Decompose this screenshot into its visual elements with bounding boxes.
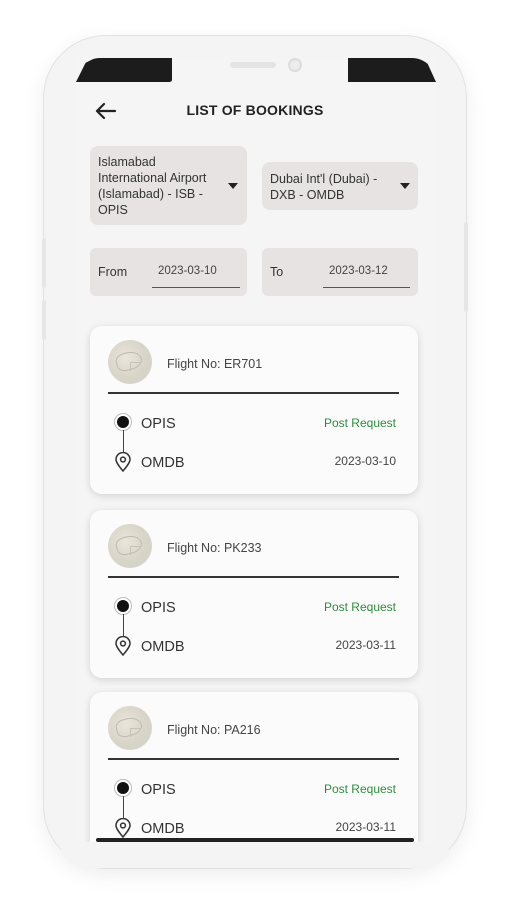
- phone-volume-button: [42, 238, 46, 288]
- status-badge: Post Request: [323, 782, 396, 796]
- phone-camera: [288, 58, 302, 72]
- card-divider: [108, 758, 399, 760]
- booking-date: 2023-03-11: [335, 638, 397, 652]
- page-title: LIST OF BOOKINGS: [186, 102, 324, 118]
- route-line: [122, 430, 124, 452]
- location-pin-icon: [115, 818, 131, 838]
- booking-date: 2023-03-11: [335, 820, 397, 834]
- origin-airport-select[interactable]: Islamabad International Airport (Islamab…: [90, 146, 247, 225]
- route-line: [122, 796, 124, 818]
- status-badge: Post Request: [323, 600, 396, 614]
- booking-card[interactable]: Flight No: ER701 OPIS OMDB Post Request …: [90, 326, 418, 494]
- caret-down-icon: [400, 183, 410, 189]
- destination-code: OMDB: [141, 639, 185, 655]
- phone-speaker: [230, 62, 276, 68]
- origin-code: OPIS: [141, 600, 176, 616]
- flight-number: Flight No: ER701: [167, 357, 263, 371]
- from-date-input[interactable]: 2023-03-10: [152, 260, 240, 288]
- route-line: [122, 614, 124, 636]
- phone-bottom-bezel: [60, 842, 450, 868]
- booking-date: 2023-03-10: [334, 454, 396, 468]
- origin-airport-value: Islamabad International Airport (Islamab…: [98, 155, 207, 217]
- flight-number: Flight No: PA216: [167, 723, 261, 737]
- phone-power-button: [464, 222, 468, 312]
- to-label: To: [270, 265, 284, 279]
- origin-code: OPIS: [141, 782, 176, 798]
- arrow-left-icon: [95, 102, 116, 120]
- status-bar-left: [76, 58, 172, 82]
- origin-code: OPIS: [141, 416, 176, 432]
- map-thumbnail: [108, 706, 152, 750]
- caret-down-icon: [228, 183, 238, 189]
- to-date-input[interactable]: 2023-03-12: [323, 260, 410, 288]
- from-label: From: [98, 265, 128, 279]
- status-bar-right: [348, 58, 436, 82]
- to-date-field: To 2023-03-12: [262, 248, 418, 296]
- phone-volume-button: [42, 300, 46, 340]
- destination-airport-value: Dubai Int'l (Dubai) - DXB - OMDB: [270, 172, 378, 202]
- destination-code: OMDB: [141, 455, 185, 471]
- map-thumbnail: [108, 524, 152, 568]
- from-date-field: From 2023-03-10: [90, 248, 247, 296]
- destination-code: OMDB: [141, 821, 185, 837]
- location-pin-icon: [115, 636, 131, 656]
- location-pin-icon: [115, 452, 131, 472]
- flight-number: Flight No: PK233: [167, 541, 262, 555]
- screen-bottom-edge: [96, 838, 414, 842]
- origin-dot-icon: [117, 416, 129, 428]
- card-divider: [108, 576, 399, 578]
- map-thumbnail: [108, 340, 152, 384]
- origin-dot-icon: [117, 600, 129, 612]
- status-badge: Post Request: [323, 416, 396, 430]
- booking-card[interactable]: Flight No: PK233 OPIS OMDB Post Request …: [90, 510, 418, 678]
- card-divider: [108, 392, 399, 394]
- booking-card[interactable]: Flight No: PA216 OPIS OMDB Post Request …: [90, 692, 418, 860]
- back-button[interactable]: [92, 98, 118, 124]
- origin-dot-icon: [117, 782, 129, 794]
- destination-airport-select[interactable]: Dubai Int'l (Dubai) - DXB - OMDB: [262, 162, 418, 210]
